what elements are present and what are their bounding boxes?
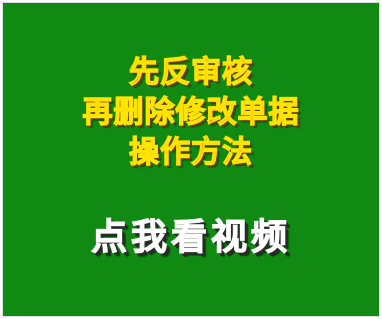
banner-image[interactable]: 先反审核 再删除修改单据 操作方法 点我看视频 <box>0 0 382 319</box>
watch-video-link[interactable]: 点我看视频 <box>3 215 379 261</box>
title-line-1: 先反审核 <box>128 54 253 90</box>
banner-title: 先反审核 再删除修改单据 操作方法 <box>3 53 379 173</box>
title-line-3: 操作方法 <box>128 134 253 170</box>
banner-panel: 先反审核 再删除修改单据 操作方法 点我看视频 <box>2 2 380 317</box>
title-line-2: 再删除修改单据 <box>82 94 300 130</box>
